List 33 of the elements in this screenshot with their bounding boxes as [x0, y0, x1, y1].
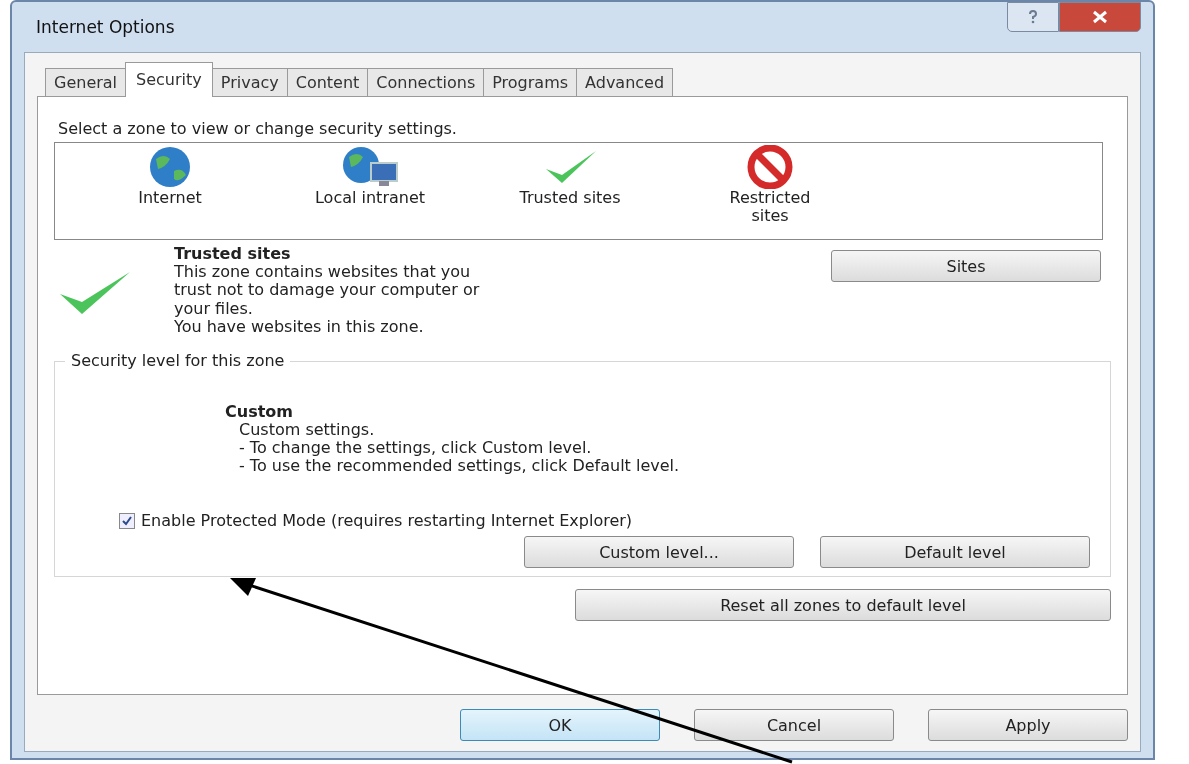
checkbox[interactable]: [119, 512, 135, 529]
reset-zones-button[interactable]: Reset all zones to default level: [575, 589, 1111, 622]
tab[interactable]: Content: [286, 68, 369, 96]
zone-label[interactable]: Internet: [110, 189, 230, 207]
tab[interactable]: Advanced: [576, 68, 674, 96]
tab[interactable]: General: [45, 68, 127, 96]
level-button[interactable]: Default level: [820, 536, 1090, 569]
tab[interactable]: Connections: [367, 68, 485, 96]
zone-title: Trusted sites: [174, 244, 292, 263]
window-title: Internet Options: [35, 17, 175, 37]
zone-description: This zone contains websites that you: [174, 263, 472, 282]
tab[interactable]: Programs: [483, 68, 578, 96]
tab[interactable]: Privacy: [211, 68, 288, 96]
zone-label[interactable]: Trusted sites: [510, 189, 630, 207]
dialog-button[interactable]: Cancel: [694, 709, 894, 741]
zone-description: your files.: [174, 299, 254, 319]
level-title: Custom: [225, 401, 294, 421]
dialog-button[interactable]: OK: [460, 709, 660, 741]
level-description: - To change the settings, click Custom level.: [239, 438, 593, 458]
close-icon[interactable]: [1059, 2, 1141, 32]
zone-description: trust not to damage your computer or: [174, 281, 481, 300]
level-button[interactable]: Custom level...: [524, 536, 794, 569]
level-description: Custom settings.: [239, 420, 376, 439]
level-description: - To use the recommended settings, click Default level.: [239, 457, 681, 476]
sites-button[interactable]: Sites: [831, 250, 1101, 282]
dialog-button[interactable]: Apply: [928, 709, 1128, 741]
help-icon[interactable]: [1007, 2, 1059, 32]
zone-label[interactable]: Local intranet: [310, 189, 430, 207]
checkbox-label[interactable]: Enable Protected Mode (requires restarting Internet Explorer): [141, 511, 633, 531]
zone-label[interactable]: Restricted sites: [710, 189, 830, 225]
zone-description: You have websites in this zone.: [174, 318, 425, 337]
tab[interactable]: Security: [125, 62, 213, 97]
prompt-text: Select a zone to view or change security settings.: [58, 119, 458, 138]
